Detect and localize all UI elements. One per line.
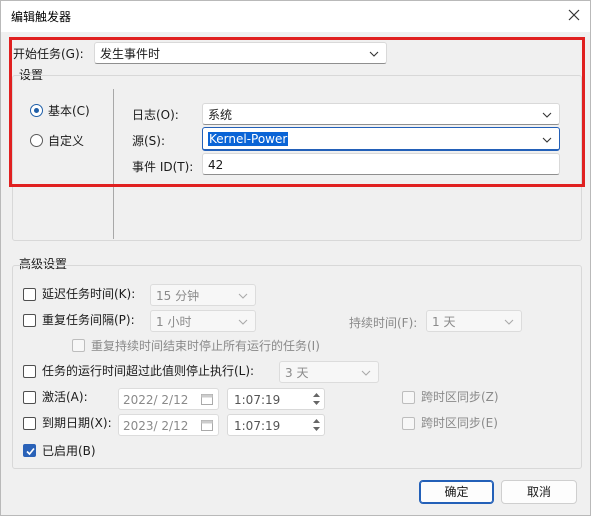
- expire-time-value: 1:07:19: [234, 419, 281, 433]
- calendar-icon: [201, 394, 213, 405]
- repeat-value: 1 小时: [156, 315, 192, 329]
- log-label: 日志(O):: [132, 108, 179, 122]
- delay-checkbox[interactable]: [23, 288, 36, 301]
- activate-time-spinner[interactable]: 1:07:19: [227, 388, 325, 410]
- delay-select[interactable]: 15 分钟: [150, 284, 256, 306]
- spin-arrows-icon: [313, 393, 320, 405]
- radio-custom[interactable]: [30, 134, 43, 147]
- chevron-down-icon: [504, 319, 514, 325]
- ok-button[interactable]: 确定: [419, 480, 494, 504]
- activate-sync-checkbox[interactable]: [402, 391, 415, 404]
- source-select[interactable]: Kernel-Power: [202, 127, 560, 151]
- chevron-down-icon: [361, 370, 371, 376]
- radio-basic-label: 基本(C): [48, 104, 90, 118]
- expire-date-value: 2023/ 2/12: [123, 419, 189, 433]
- begin-task-select[interactable]: 发生事件时: [94, 42, 387, 64]
- spin-arrows-icon: [313, 419, 320, 431]
- window-title: 编辑触发器: [11, 10, 72, 24]
- enabled-label: 已启用(B): [42, 444, 96, 458]
- stop-longer-checkbox[interactable]: [23, 365, 36, 378]
- expire-label: 到期日期(X):: [42, 416, 112, 430]
- close-button[interactable]: [561, 4, 587, 28]
- expire-time-spinner[interactable]: 1:07:19: [227, 414, 325, 436]
- activate-date-value: 2022/ 2/12: [123, 393, 189, 407]
- repeat-label: 重复任务间隔(P):: [42, 313, 135, 327]
- repeat-checkbox[interactable]: [23, 314, 36, 327]
- expire-date-picker[interactable]: 2023/ 2/12: [118, 414, 219, 436]
- activate-label: 激活(A):: [42, 390, 88, 404]
- settings-divider: [113, 89, 114, 239]
- log-select[interactable]: 系统: [202, 103, 560, 125]
- radio-basic[interactable]: [30, 104, 43, 117]
- expire-checkbox[interactable]: [23, 417, 36, 430]
- activate-date-picker[interactable]: 2022/ 2/12: [118, 388, 219, 410]
- duration-label: 持续时间(F):: [349, 316, 418, 330]
- close-icon: [568, 9, 580, 21]
- log-value: 系统: [208, 108, 233, 122]
- repeat-select[interactable]: 1 小时: [150, 310, 256, 332]
- stop-longer-select[interactable]: 3 天: [279, 361, 379, 383]
- expire-sync-checkbox[interactable]: [402, 417, 415, 430]
- edit-trigger-dialog: 编辑触发器 开始任务(G): 发生事件时 设置 基本(C) 自定义 日志(O):…: [0, 0, 591, 516]
- chevron-down-icon: [542, 112, 552, 118]
- activate-checkbox[interactable]: [23, 391, 36, 404]
- chevron-down-icon: [542, 137, 552, 143]
- chevron-down-icon: [238, 293, 248, 299]
- stop-all-checkbox[interactable]: [72, 339, 85, 352]
- expire-sync-label: 跨时区同步(E): [421, 416, 498, 430]
- chevron-down-icon: [369, 51, 379, 57]
- activate-sync-label: 跨时区同步(Z): [421, 390, 499, 404]
- title-bar: 编辑触发器: [1, 1, 590, 32]
- source-value: Kernel-Power: [208, 132, 289, 146]
- source-label: 源(S):: [132, 134, 166, 148]
- stop-longer-value: 3 天: [285, 366, 309, 380]
- radio-custom-label: 自定义: [48, 134, 85, 148]
- cancel-button[interactable]: 取消: [501, 480, 577, 504]
- duration-value: 1 天: [432, 315, 456, 329]
- delay-label: 延迟任务时间(K):: [42, 287, 136, 301]
- duration-select[interactable]: 1 天: [426, 310, 522, 332]
- begin-task-label: 开始任务(G):: [13, 47, 84, 61]
- event-id-label: 事件 ID(T):: [132, 160, 194, 174]
- calendar-icon: [201, 420, 213, 431]
- event-id-value: 42: [208, 158, 224, 172]
- enabled-checkbox[interactable]: [23, 444, 36, 457]
- delay-value: 15 分钟: [156, 289, 200, 303]
- activate-time-value: 1:07:19: [234, 393, 281, 407]
- stop-all-label: 重复持续时间结束时停止所有运行的任务(I): [91, 339, 320, 353]
- event-id-input[interactable]: 42: [202, 153, 560, 175]
- checkmark-icon: [26, 447, 35, 456]
- stop-longer-label: 任务的运行时间超过此值则停止执行(L):: [42, 364, 255, 378]
- begin-task-value: 发生事件时: [100, 47, 161, 61]
- chevron-down-icon: [238, 319, 248, 325]
